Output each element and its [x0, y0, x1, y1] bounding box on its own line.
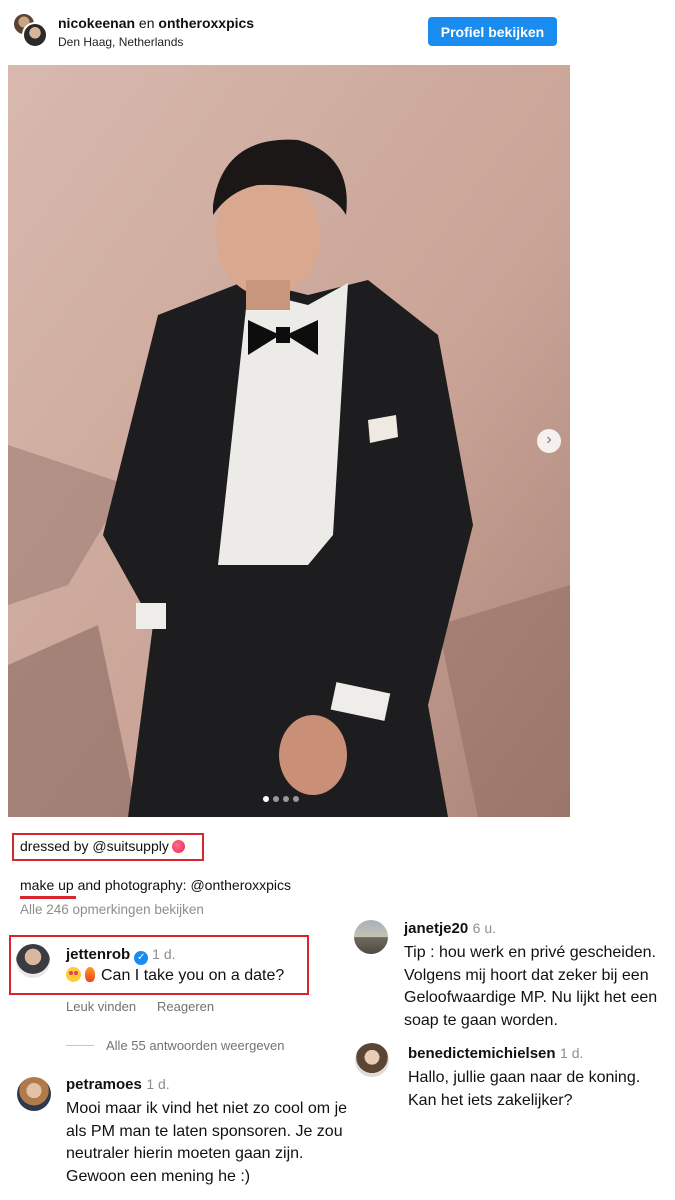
comment-time: 1 d. [152, 946, 176, 962]
photo-illustration [8, 65, 570, 817]
author-joiner: en [138, 15, 155, 31]
carousel-next-button[interactable]: › [537, 429, 561, 453]
comment-username[interactable]: benedictemichielsen [408, 1045, 556, 1062]
comment-body: Tip : hou werk en privé gescheiden. Volg… [404, 944, 658, 1029]
post-authors: nicokeenan en ontheroxxpics [58, 15, 254, 31]
like-comment-button[interactable]: Leuk vinden [66, 999, 136, 1014]
comment-time: 6 u. [472, 920, 497, 936]
avatar-janetje20[interactable] [354, 920, 388, 954]
post-photo[interactable] [8, 65, 570, 817]
comment-body: Mooi maar ik vind het niet zo cool om je… [66, 1100, 348, 1185]
replies-divider [66, 1045, 94, 1046]
carousel-dot [273, 796, 279, 802]
caption-dressed-by: dressed by @suitsupply [20, 838, 185, 854]
fire-emoji-icon [85, 967, 95, 982]
view-replies-link[interactable]: Alle 55 antwoorden weergeven [106, 1038, 285, 1053]
comment-header: benedictemichielsen 1 d. [408, 1045, 583, 1063]
heart-icon [171, 840, 185, 853]
avatar-jettenrob[interactable] [16, 944, 50, 978]
avatar-benedictemichielsen[interactable] [355, 1043, 389, 1077]
comment-header: janetje20 6 u. [404, 920, 496, 938]
red-underline-annotation [20, 896, 76, 899]
comment-body: Can I take you on a date? [101, 967, 285, 984]
caption-line-2: make up and photography: @ontheroxxpics [20, 877, 292, 893]
comment-time: 1 d. [560, 1045, 584, 1061]
comment-username[interactable]: petramoes [66, 1076, 142, 1093]
comment-username[interactable]: jettenrob [66, 946, 130, 963]
view-profile-button[interactable]: Profiel bekijken [428, 17, 557, 46]
comment-time: 1 d. [146, 1076, 170, 1092]
heart-eyes-emoji-icon [66, 967, 81, 982]
view-all-comments-link[interactable]: Alle 246 opmerkingen bekijken [20, 902, 204, 917]
comment-username[interactable]: janetje20 [404, 920, 468, 937]
carousel-dot [293, 796, 299, 802]
author-2[interactable]: ontheroxxpics [158, 15, 254, 31]
author-1[interactable]: nicokeenan [58, 15, 135, 31]
reply-comment-button[interactable]: Reageren [157, 999, 214, 1014]
carousel-indicator [263, 796, 299, 804]
verified-icon: ✓ [134, 951, 149, 965]
avatar-ontheroxxpics[interactable] [22, 22, 48, 48]
comment-header: petramoes 1 d. [66, 1076, 170, 1094]
comment-body: Hallo, jullie gaan naar de koning. Kan h… [408, 1069, 641, 1109]
carousel-dot [283, 796, 289, 802]
carousel-dot [263, 796, 269, 802]
caption-line-1: dressed by @suitsupply [20, 838, 169, 854]
comment-header: jettenrob ✓ 1 d. [66, 946, 176, 965]
post-location[interactable]: Den Haag, Netherlands [58, 35, 183, 49]
comment-text: Can I take you on a date? [66, 967, 284, 985]
avatar-petramoes[interactable] [17, 1077, 51, 1111]
highlight-box-comment [9, 935, 309, 995]
